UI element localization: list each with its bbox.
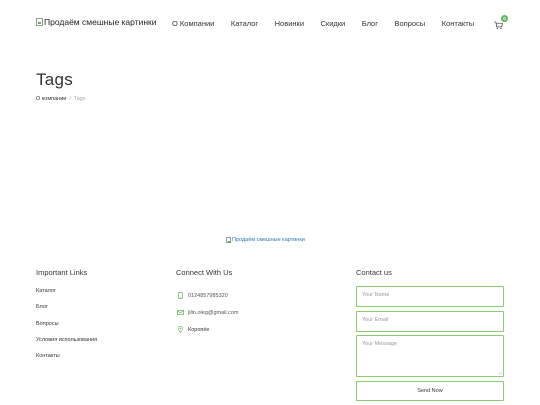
nav-item-about[interactable]: О Компании [172,19,214,28]
phone-number[interactable]: 0124857985320 [188,293,228,299]
broken-image-icon [36,18,43,26]
footer-link-blog[interactable]: Блог [36,304,97,320]
message-textarea[interactable]: Your Message [356,335,504,377]
site-header: Продаём смешные картинки О Компании Ката… [0,0,540,48]
cart-icon [494,21,503,30]
main-nav: О Компании Каталог Новинки Скидки Блог В… [172,19,491,28]
location-row: Коропёе [176,321,239,338]
name-input[interactable]: Your Name [356,286,504,307]
nav-item-catalog[interactable]: Каталог [231,19,258,28]
footer-link-contacts[interactable]: Контакты [36,353,97,369]
city-name: Коропёе [188,326,210,333]
email-address[interactable]: jilin.oleg@gmail.com [188,310,239,316]
name-placeholder: Your Name [362,292,390,298]
connect-title: Connect With Us [176,268,233,277]
nav-item-new[interactable]: Новинки [275,19,304,28]
email-placeholder: Your Email [362,317,389,323]
nav-item-faq[interactable]: Вопросы [394,19,425,28]
nav-item-discounts[interactable]: Скидки [321,19,346,28]
message-placeholder: Your Message [362,341,397,347]
email-row: jilin.oleg@gmail.com [176,304,239,321]
contact-us-title: Contact us [356,268,392,277]
breadcrumb: О компании / Tags [36,96,86,102]
site-logo[interactable]: Продаём смешные картинки [36,17,157,27]
important-links-title: Important Links [36,268,88,277]
connect-list: 0124857985320 jilin.oleg@gmail.com Короп… [176,287,239,338]
breadcrumb-current: Tags [73,96,86,102]
nav-item-contacts[interactable]: Контакты [442,19,474,28]
phone-row: 0124857985320 [176,287,239,304]
footer-link-catalog[interactable]: Каталог [36,288,97,304]
footer-logo-alt-text: Продаём смешные картинки [232,237,305,243]
cart-button[interactable]: 0 [494,15,508,30]
mail-icon [176,310,185,315]
broken-image-icon [226,237,231,243]
email-input[interactable]: Your Email [356,311,504,332]
footer-logo[interactable]: Продаём смешные картинки [226,237,305,243]
page-title: Tags [36,70,74,89]
logo-alt-text: Продаём смешные картинки [44,17,157,27]
footer-link-faq[interactable]: Вопросы [36,321,97,337]
breadcrumb-home[interactable]: О компании [36,96,66,102]
breadcrumb-separator: / [69,96,71,102]
footer-link-terms[interactable]: Условия использования [36,337,97,353]
cart-count-badge: 0 [501,15,508,22]
important-links-list: Каталог Блог Вопросы Условия использован… [36,288,97,369]
nav-item-blog[interactable]: Блог [362,19,378,28]
location-pin-icon [176,326,185,333]
phone-icon [176,292,185,299]
resize-handle-icon[interactable] [498,371,502,375]
send-now-button[interactable]: Send Now [356,381,504,401]
